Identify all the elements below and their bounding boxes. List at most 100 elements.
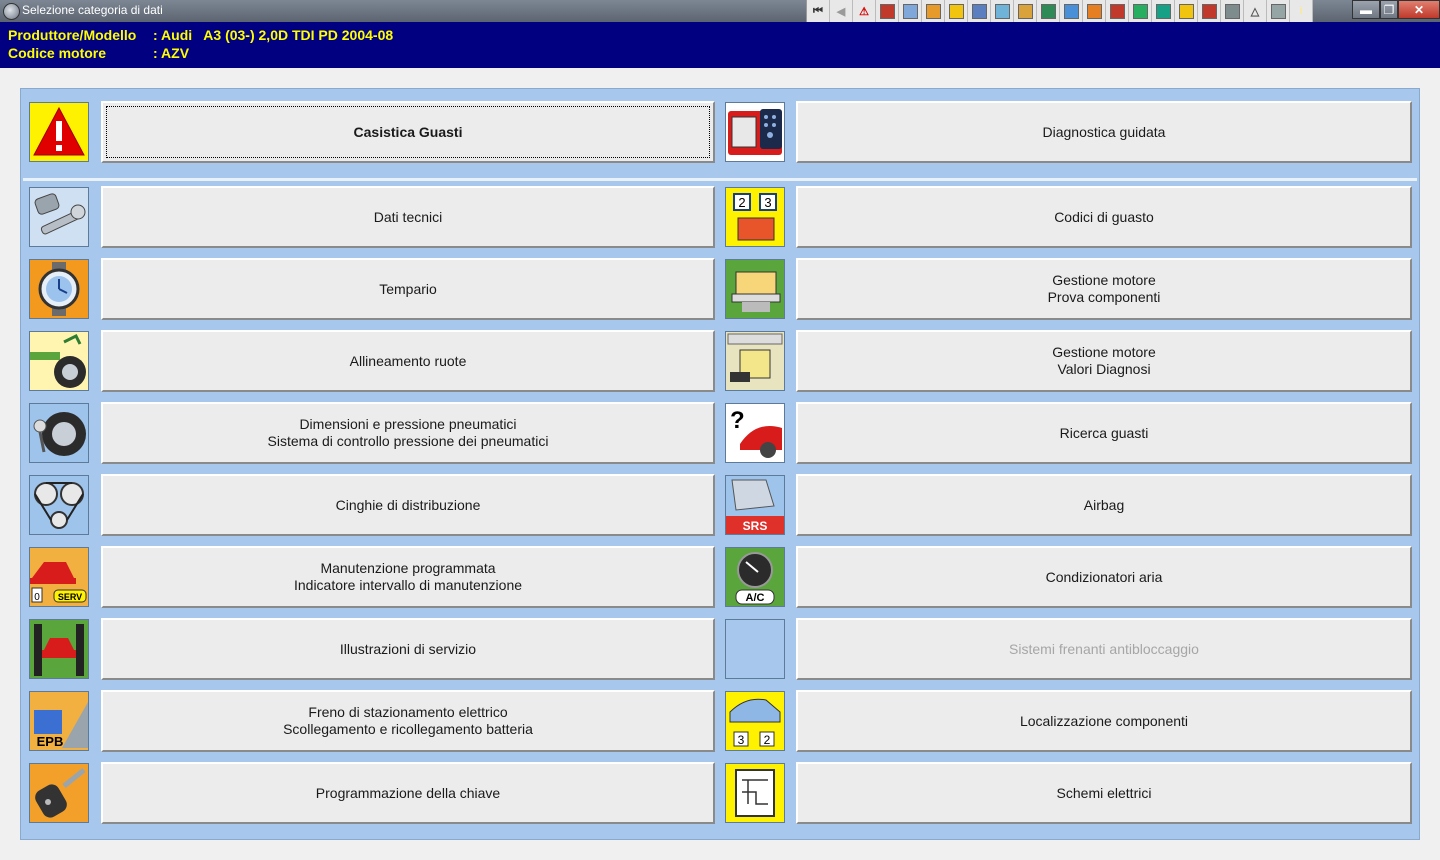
warning-icon[interactable]: ⚠ xyxy=(853,0,876,22)
info-glyph: i xyxy=(1299,5,1303,17)
window-title: Selezione categoria di dati xyxy=(22,3,163,17)
disc-icon[interactable] xyxy=(1221,0,1244,22)
codici-guasto-line1: Codici di guasto xyxy=(1054,208,1154,225)
car-icon[interactable] xyxy=(1198,0,1221,22)
freno-stazionamento-line1: Freno di stazionamento elettrico xyxy=(308,704,508,720)
condizionatori-button[interactable]: Condizionatori aria xyxy=(796,546,1412,608)
dati-tecnici-button[interactable]: Dati tecnici xyxy=(101,186,715,248)
localizzazione-button[interactable]: Localizzazione componenti xyxy=(796,690,1412,752)
minimize-button[interactable]: ▬ xyxy=(1352,0,1380,19)
airbag-button[interactable]: Airbag xyxy=(796,474,1412,536)
serv-zero-text: 0 xyxy=(34,592,40,603)
spanner-bolt-icon[interactable] xyxy=(29,187,89,247)
wiring-diagram-icon[interactable] xyxy=(725,763,785,823)
maximize-button[interactable]: ❐ xyxy=(1380,0,1398,19)
ecu-values-icon[interactable] xyxy=(725,331,785,391)
wrench-icon[interactable] xyxy=(945,0,968,22)
diagram-swatch xyxy=(1155,3,1171,19)
schemi-elettrici-line1: Schemi elettrici xyxy=(1056,784,1152,801)
belt-icon[interactable] xyxy=(1014,0,1037,22)
srs-airbag-icon[interactable]: SRS xyxy=(725,475,785,535)
aircon-knob-icon[interactable]: A/C xyxy=(725,547,785,607)
category-panel: Casistica Guasti Diagnostica guidata Dat… xyxy=(20,88,1420,840)
lift-icon[interactable] xyxy=(1037,0,1060,22)
diagnostica-guidata-button[interactable]: Diagnostica guidata xyxy=(796,101,1412,163)
airbag-line1: Airbag xyxy=(1083,496,1125,513)
pneumatici-button[interactable]: Dimensioni e pressione pneumatici Sistem… xyxy=(101,402,715,464)
gauge-icon[interactable] xyxy=(922,0,945,22)
aircon-swatch xyxy=(1132,3,1148,19)
first-icon[interactable]: ⏮ xyxy=(807,0,830,22)
gestione-motore-valori-button[interactable]: Gestione motore Valori Diagnosi xyxy=(796,330,1412,392)
casistica-guasti-button[interactable]: Casistica Guasti xyxy=(101,101,715,163)
pneumatici-line2: Sistema di controllo pressione dei pneum… xyxy=(267,433,549,449)
chiave-button[interactable]: Programmazione della chiave xyxy=(101,762,715,824)
troubleshooting-icon[interactable]: ? xyxy=(725,403,785,463)
ecu-test-icon[interactable] xyxy=(725,259,785,319)
manutenzione-button[interactable]: Manutenzione programmata Indicatore inte… xyxy=(101,546,715,608)
cinghie-button[interactable]: Cinghie di distribuzione xyxy=(101,474,715,536)
settings-icon[interactable] xyxy=(1267,0,1290,22)
key-icon[interactable] xyxy=(1083,0,1106,22)
clock-icon[interactable] xyxy=(968,0,991,22)
fault-icon[interactable] xyxy=(1175,0,1198,22)
triangle-icon[interactable]: △ xyxy=(1244,0,1267,22)
wrench-swatch xyxy=(948,3,964,19)
car-key-icon[interactable] xyxy=(29,763,89,823)
service-icon[interactable] xyxy=(1060,0,1083,22)
fault-swatch xyxy=(1178,3,1194,19)
loc-b-text: 2 xyxy=(764,733,771,747)
tech-data-icon[interactable] xyxy=(899,0,922,22)
gauge-swatch xyxy=(925,3,941,19)
service-swatch xyxy=(1063,3,1079,19)
ricerca-guasti-button[interactable]: Ricerca guasti xyxy=(796,402,1412,464)
aircon-icon[interactable] xyxy=(1129,0,1152,22)
wheel-alignment-icon[interactable] xyxy=(29,331,89,391)
timing-belt-icon[interactable] xyxy=(29,475,89,535)
tester-icon[interactable] xyxy=(876,0,899,22)
airbag-icon[interactable] xyxy=(1106,0,1129,22)
engine-label: Codice motore xyxy=(8,45,107,61)
tester-swatch xyxy=(879,3,895,19)
allineamento-ruote-button[interactable]: Allineamento ruote xyxy=(101,330,715,392)
service-interval-icon[interactable]: 0 SERV xyxy=(29,547,89,607)
tyre-icon[interactable] xyxy=(991,0,1014,22)
sistemi-frenanti-line1: Sistemi frenanti antibloccaggio xyxy=(1009,640,1199,657)
panel-separator xyxy=(23,178,1417,181)
gestione-motore-prova-line1: Gestione motore xyxy=(1052,272,1156,288)
component-location-icon[interactable]: 32 xyxy=(725,691,785,751)
info-icon[interactable]: i xyxy=(1290,0,1313,22)
chiave-line1: Programmazione della chiave xyxy=(315,784,501,801)
engine-value: : AZV xyxy=(153,45,190,61)
freno-stazionamento-line2: Scollegamento e ricollegamento batteria xyxy=(283,721,533,737)
app-icon xyxy=(3,3,20,20)
tyre-pressure-icon[interactable] xyxy=(29,403,89,463)
schemi-elettrici-button[interactable]: Schemi elettrici xyxy=(796,762,1412,824)
illustrazioni-button[interactable]: Illustrazioni di servizio xyxy=(101,618,715,680)
warning-triangle-icon[interactable] xyxy=(29,102,89,162)
condizionatori-line1: Condizionatori aria xyxy=(1045,568,1163,585)
gestione-motore-prova-button[interactable]: Gestione motore Prova componenti xyxy=(796,258,1412,320)
sistemi-frenanti-button: Sistemi frenanti antibloccaggio xyxy=(796,618,1412,680)
freno-stazionamento-button[interactable]: Freno di stazionamento elettrico Scolleg… xyxy=(101,690,715,752)
fault-codes-icon[interactable]: 23 xyxy=(725,187,785,247)
diagram-icon[interactable] xyxy=(1152,0,1175,22)
model-value: : Audi A3 (03-) 2,0D TDI PD 2004-08 xyxy=(153,27,394,43)
stopwatch-icon[interactable] xyxy=(29,259,89,319)
lift-icon[interactable] xyxy=(29,619,89,679)
codici-guasto-button[interactable]: Codici di guasto xyxy=(796,186,1412,248)
toolbar: ⏮ ◀ ⚠ △ i xyxy=(806,0,1313,24)
close-button[interactable]: ✕ xyxy=(1398,0,1440,19)
epb-icon[interactable]: EPB xyxy=(29,691,89,751)
diagnostic-tester-icon[interactable] xyxy=(725,102,785,162)
tempario-button[interactable]: Tempario xyxy=(101,258,715,320)
key-swatch xyxy=(1086,3,1102,19)
triangle-glyph: △ xyxy=(1250,5,1260,18)
model-row: Produttore/Modello: Audi A3 (03-) 2,0D T… xyxy=(8,27,393,43)
tech-data-swatch xyxy=(902,3,918,19)
diagnostica-guidata-label: Diagnostica guidata xyxy=(1042,123,1166,140)
lift-swatch xyxy=(1040,3,1056,19)
first-glyph: ⏮ xyxy=(813,4,823,17)
back-icon[interactable]: ◀ xyxy=(830,0,853,22)
ricerca-guasti-line1: Ricerca guasti xyxy=(1059,424,1149,441)
